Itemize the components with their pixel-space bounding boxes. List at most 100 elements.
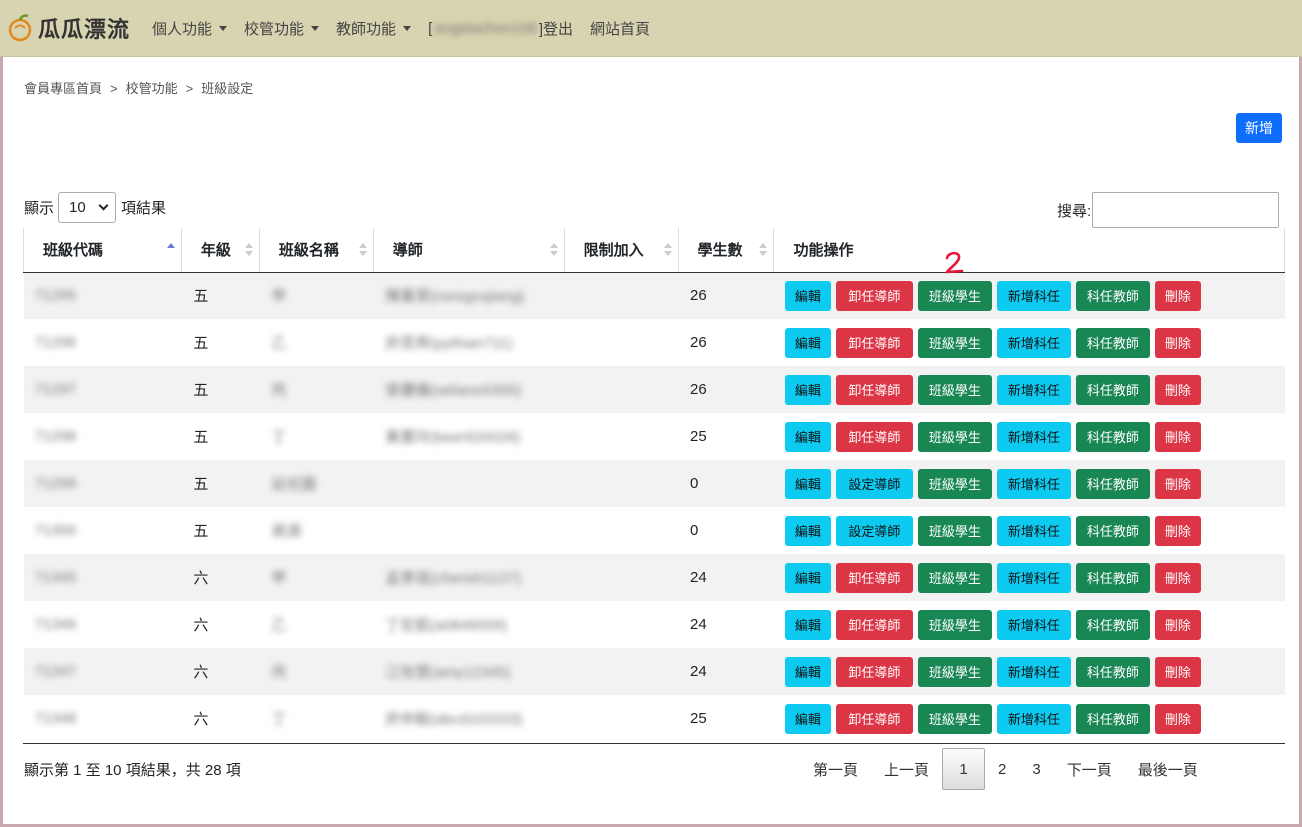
nav-school-admin[interactable]: 校管功能 [244,18,320,39]
page-first[interactable]: 第一頁 [800,748,871,790]
page-last[interactable]: 最後一頁 [1125,748,1211,790]
add-subject-teacher-button[interactable]: 新增科任 [996,374,1071,405]
class-students-button[interactable]: 班級學生 [917,468,992,499]
edit-button[interactable]: 編輯 [784,609,831,640]
search-input[interactable] [1092,192,1280,228]
delete-button[interactable]: 刪除 [1154,515,1201,546]
class-students-button[interactable]: 班級學生 [917,374,992,405]
class-students-button[interactable]: 班級學生 [917,703,992,734]
add-subject-teacher-button[interactable]: 新增科任 [996,656,1071,687]
subject-teachers-button[interactable]: 科任教師 [1075,421,1150,452]
edit-button[interactable]: 編輯 [784,421,831,452]
subject-teachers-button[interactable]: 科任教師 [1075,656,1150,687]
delete-button[interactable]: 刪除 [1154,327,1201,358]
remove-homeroom-teacher-button[interactable]: 卸任導師 [835,327,913,358]
subject-teachers-button[interactable]: 科任教師 [1075,515,1150,546]
breadcrumb-member-home[interactable]: 會員專區首頁 [24,81,102,96]
class-students-button[interactable]: 班級學生 [917,280,992,311]
add-subject-teacher-button[interactable]: 新增科任 [996,562,1071,593]
page-length-select[interactable]: 10 [58,192,117,223]
subject-teachers-button[interactable]: 科任教師 [1075,374,1150,405]
edit-button[interactable]: 編輯 [784,327,831,358]
col-header-class-code[interactable]: 班級代碼 [23,228,182,273]
class-students-button[interactable]: 班級學生 [917,421,992,452]
cell-teacher [373,507,564,554]
delete-button[interactable]: 刪除 [1154,609,1201,640]
page-prev[interactable]: 上一頁 [871,748,942,790]
edit-button[interactable]: 編輯 [784,515,831,546]
col-header-teacher[interactable]: 導師 [373,228,565,273]
delete-button[interactable]: 刪除 [1154,280,1201,311]
subject-teachers-button[interactable]: 科任教師 [1075,703,1150,734]
class-students-button[interactable]: 班級學生 [917,609,992,640]
site-logo[interactable]: 瓜瓜漂流 [6,12,130,44]
remove-homeroom-teacher-button[interactable]: 卸任導師 [835,656,913,687]
remove-homeroom-teacher-button[interactable]: 卸任導師 [835,703,913,734]
col-header-label: 學生數 [697,242,743,260]
edit-button[interactable]: 編輯 [784,703,831,734]
remove-homeroom-teacher-button[interactable]: 卸任導師 [835,280,913,311]
cell-join-limit [564,601,678,648]
add-subject-teacher-button[interactable]: 新增科任 [996,421,1071,452]
cell-join-limit [564,272,679,319]
delete-button[interactable]: 刪除 [1154,468,1201,499]
edit-button[interactable]: 編輯 [784,656,831,687]
col-header-grade[interactable]: 年級 [181,228,260,273]
delete-button[interactable]: 刪除 [1154,421,1201,452]
edit-button[interactable]: 編輯 [784,562,831,593]
pagination: 第一頁 上一頁 1 2 3 下一頁 最後一頁 [800,748,1211,790]
class-students-button[interactable]: 班級學生 [917,327,992,358]
set-homeroom-teacher-button[interactable]: 設定導師 [835,515,913,546]
edit-button[interactable]: 編輯 [784,374,831,405]
add-subject-teacher-button[interactable]: 新增科任 [996,327,1071,358]
edit-button[interactable]: 編輯 [784,280,831,311]
delete-button[interactable]: 刪除 [1154,374,1201,405]
delete-button[interactable]: 刪除 [1154,656,1201,687]
subject-teachers-button[interactable]: 科任教師 [1075,468,1150,499]
subject-teachers-button[interactable]: 科任教師 [1075,280,1150,311]
class-students-button[interactable]: 班級學生 [917,656,992,687]
nav-teacher[interactable]: 教師功能 [336,18,412,39]
col-header-join-limit[interactable]: 限制加入 [564,228,679,273]
logout-link[interactable]: ]登出 [539,18,573,39]
add-subject-teacher-button[interactable]: 新增科任 [996,703,1071,734]
page-2[interactable]: 2 [985,748,1019,790]
delete-button[interactable]: 刪除 [1154,703,1201,734]
table-row: 71348 六 丁 許仲毅(abcd103333) 25 編輯 卸任導師 班級學生 新增科任 科任… [24,695,1285,742]
cell-actions: 編輯 卸任導師 班級學生 新增科任 科任教師 刪除 [773,554,1285,601]
edit-button[interactable]: 編輯 [784,468,831,499]
add-subject-teacher-button[interactable]: 新增科任 [996,515,1071,546]
cell-join-limit [564,648,679,695]
page-3[interactable]: 3 [1019,748,1053,790]
cell-join-limit [564,695,678,742]
table-info: 顯示第 1 至 10 項結果，共 28 項 [24,762,241,779]
add-subject-teacher-button[interactable]: 新增科任 [996,468,1071,499]
cell-grade: 五 [193,523,209,540]
subject-teachers-button[interactable]: 科任教師 [1075,609,1150,640]
table-body: 71295 五甲陳業翠(ronxgxxjiang) 26 編輯 卸任導師 班級學生 新增科任… [23,272,1285,742]
nav-personal[interactable]: 個人功能 [152,18,228,39]
class-code-value: 71345 [34,569,77,586]
delete-button[interactable]: 刪除 [1154,562,1201,593]
remove-homeroom-teacher-button[interactable]: 卸任導師 [835,374,913,405]
class-students-button[interactable]: 班級學生 [917,515,992,546]
site-home-link[interactable]: 網站首頁 [590,18,650,39]
col-header-student-count[interactable]: 學生數 [678,228,775,273]
new-class-button[interactable]: 新增 [1236,113,1282,143]
subject-teachers-button[interactable]: 科任教師 [1075,562,1150,593]
page-1[interactable]: 1 [942,748,986,790]
col-header-label: 年級 [200,242,231,260]
add-subject-teacher-button[interactable]: 新增科任 [996,280,1071,311]
remove-homeroom-teacher-button[interactable]: 卸任導師 [835,609,913,640]
add-subject-teacher-button[interactable]: 新增科任 [996,609,1071,640]
cell-student-count: 0 [690,522,699,539]
remove-homeroom-teacher-button[interactable]: 卸任導師 [835,562,913,593]
cell-student-count: 25 [690,710,707,727]
col-header-class-name[interactable]: 班級名稱 [259,228,374,273]
page-next[interactable]: 下一頁 [1054,748,1125,790]
breadcrumb-school-admin[interactable]: 校管功能 [126,81,178,96]
class-students-button[interactable]: 班級學生 [917,562,992,593]
set-homeroom-teacher-button[interactable]: 設定導師 [835,468,913,499]
remove-homeroom-teacher-button[interactable]: 卸任導師 [835,421,913,452]
subject-teachers-button[interactable]: 科任教師 [1075,327,1150,358]
